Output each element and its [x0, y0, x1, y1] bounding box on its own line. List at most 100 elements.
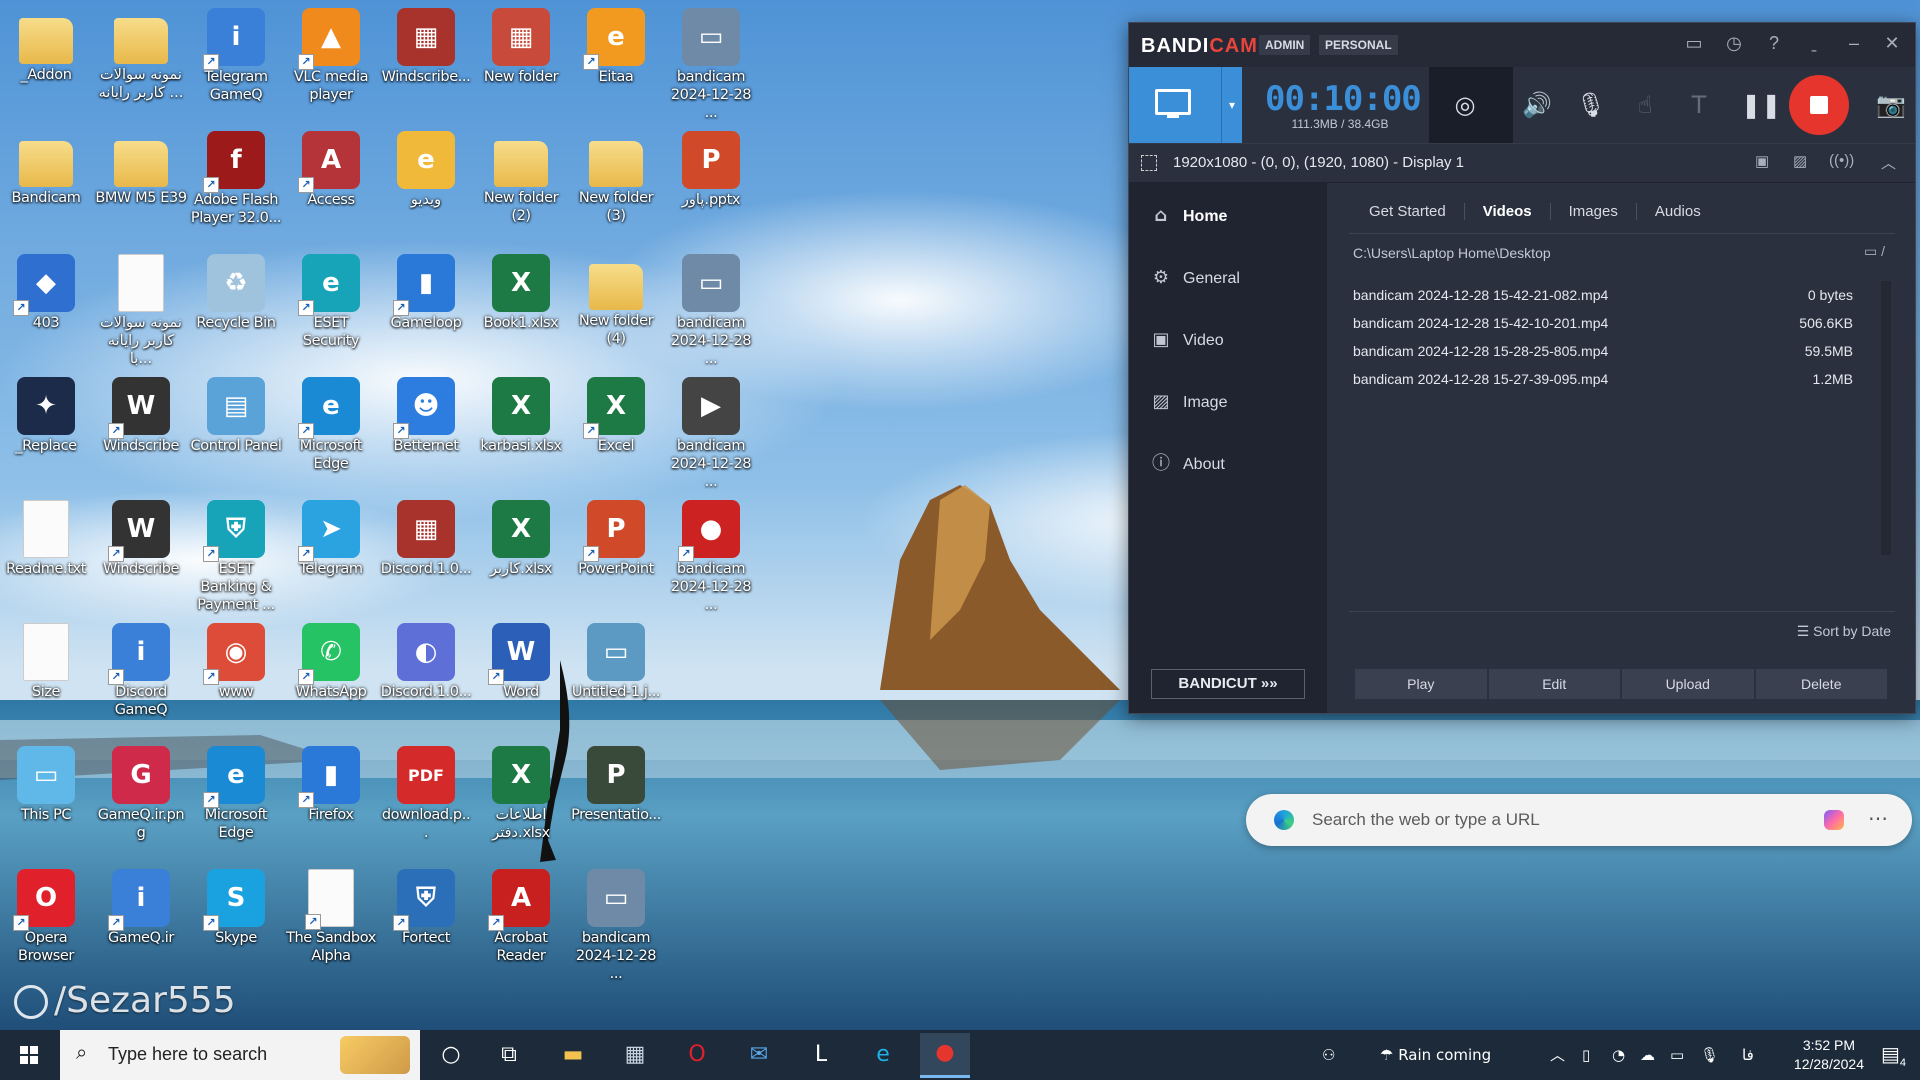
desktop-icon[interactable]: X Book1.xlsx [475, 250, 567, 368]
minimize-to-tray-icon[interactable]: ˍ [1799, 29, 1829, 57]
desktop-icon[interactable]: ▮Firefox [285, 742, 377, 860]
speaker-icon[interactable]: 🔊 [1519, 87, 1555, 123]
copilot-icon[interactable] [1824, 810, 1844, 830]
network-icon[interactable]: ◔ [1612, 1030, 1625, 1080]
tab-videos[interactable]: Videos [1465, 203, 1551, 220]
desktop-icon[interactable]: eMicrosoft Edge [285, 373, 377, 491]
edge-taskbar-icon[interactable]: e [858, 1035, 908, 1075]
task-view-icon[interactable]: ⧉ [484, 1035, 534, 1075]
desktop-icon[interactable]: X کاربر.xlsx [475, 496, 567, 614]
mail-icon[interactable]: ✉ [734, 1035, 784, 1075]
open-folder-icon[interactable]: ▭ / [1864, 243, 1885, 260]
desktop-icon[interactable]: ▦ Windscribe... [380, 4, 472, 122]
desktop-icon[interactable]: SSkype [190, 865, 282, 983]
desktop-icon[interactable]: Xkarbasi.xlsx [475, 373, 567, 491]
upload-button[interactable]: Upload [1622, 669, 1754, 699]
selection-icon[interactable] [1141, 155, 1157, 171]
desktop-icon[interactable]: ▲VLC media player [285, 4, 377, 122]
sidebar-item-image[interactable]: ▨ Image [1149, 389, 1227, 415]
weather-widget[interactable]: ☂ Rain coming [1380, 1030, 1491, 1080]
collapse-icon[interactable]: ︿ [1881, 152, 1896, 173]
pause-icon[interactable]: ❚❚ [1741, 87, 1781, 123]
desktop-icon[interactable]: New folder (2) [475, 127, 567, 245]
battery-icon[interactable]: ▭ [1670, 1030, 1684, 1080]
desktop-icon[interactable]: Readme.txt [0, 496, 92, 614]
desktop-icon[interactable]: ●bandicam 2024-12-28 ... [665, 496, 757, 614]
start-button[interactable] [0, 1030, 58, 1080]
desktop-icon[interactable]: ▭ bandicam 2024-12-28 ... [665, 250, 757, 368]
desktop-icon[interactable]: XExcel [570, 373, 662, 491]
desktop-icon[interactable]: ◆403 [0, 250, 92, 368]
desktop-icon[interactable]: ✦ _Replace [0, 373, 92, 491]
l-app-icon[interactable]: L [796, 1035, 846, 1075]
people-icon[interactable]: ⚇ [1322, 1030, 1335, 1080]
desktop-icon[interactable]: fAdobe Flash Player 32.0... [190, 127, 282, 245]
list-item[interactable]: bandicam 2024-12-28 15-42-21-082.mp4 0 by… [1353, 281, 1853, 309]
help-icon[interactable]: ? [1759, 29, 1789, 57]
tab-get-started[interactable]: Get Started [1351, 203, 1465, 220]
list-item[interactable]: bandicam 2024-12-28 15-28-25-805.mp4 59.5… [1353, 337, 1853, 365]
device-icon[interactable]: ▯ [1582, 1030, 1590, 1080]
desktop-icon[interactable]: PDF download.p... [380, 742, 472, 860]
camera-snapshot-icon[interactable]: 📷 [1873, 87, 1909, 123]
sort-by-date-button[interactable]: ☰ Sort by Date [1797, 623, 1891, 640]
desktop-icon[interactable]: iDiscord GameQ [95, 619, 187, 737]
desktop-icon[interactable]: iTelegram GameQ [190, 4, 282, 122]
desktop-icon[interactable]: e ویدیو [380, 127, 472, 245]
play-button[interactable]: Play [1355, 669, 1487, 699]
cortana-icon[interactable]: ○ [426, 1035, 476, 1075]
desktop-icon[interactable]: Size [0, 619, 92, 737]
desktop-icon[interactable]: G GameQ.ir.png [95, 742, 187, 860]
minimize-button[interactable]: – [1839, 29, 1869, 57]
desktop-icon[interactable]: AAccess [285, 127, 377, 245]
microphone-tray-icon[interactable]: 🎙 [1700, 1030, 1719, 1080]
store-icon[interactable]: ▦ [610, 1035, 660, 1075]
desktop-icon[interactable]: ⛨ESET Banking & Payment ... [190, 496, 282, 614]
cloud-icon[interactable]: ☁ [1640, 1030, 1655, 1080]
desktop-icon[interactable]: eESET Security [285, 250, 377, 368]
desktop-icon[interactable]: New folder (4) [570, 250, 662, 368]
desktop-icon[interactable]: P پاور.pptx [665, 127, 757, 245]
desktop-icon[interactable]: ▦ Discord.1.0... [380, 496, 472, 614]
screen-mode-button[interactable] [1129, 67, 1221, 143]
desktop-icon[interactable]: ➤Telegram [285, 496, 377, 614]
bandicam-taskbar-icon[interactable]: ● [920, 1033, 970, 1078]
desktop-icon[interactable]: ◐ Discord.1.0... [380, 619, 472, 737]
bandicut-button[interactable]: BANDICUT »» [1151, 669, 1305, 699]
sidebar-item-home[interactable]: ⌂ Home [1149, 203, 1228, 229]
notification-center-icon[interactable]: ▤4 [1881, 1042, 1906, 1069]
desktop-icon[interactable]: نمونه سوالات کاربر رایانه ... [95, 4, 187, 122]
desktop-icon[interactable]: ♻ Recycle Bin [190, 250, 282, 368]
desktop-icon[interactable]: ▭ This PC [0, 742, 92, 860]
desktop-icon[interactable]: ◉www [190, 619, 282, 737]
text-overlay-icon[interactable]: T [1681, 87, 1717, 123]
sidebar-item-video[interactable]: ▣ Video [1149, 327, 1223, 353]
desktop-icon[interactable]: Bandicam [0, 127, 92, 245]
mouse-effect-icon[interactable]: ☝ [1627, 87, 1663, 123]
tab-audios[interactable]: Audios [1637, 203, 1719, 220]
desktop-icon[interactable]: WWindscribe [95, 496, 187, 614]
folder-icon[interactable]: ▭ [1679, 29, 1709, 57]
close-button[interactable]: ✕ [1877, 29, 1907, 57]
sidebar-item-about[interactable]: ⓘ About [1149, 451, 1225, 477]
desktop-icon[interactable]: ▭ bandicam 2024-12-28 ... [570, 865, 662, 983]
edge-search-input[interactable]: Search the web or type a URL [1312, 810, 1540, 830]
desktop-icon[interactable]: New folder (3) [570, 127, 662, 245]
desktop-icon[interactable]: ☻Betternet [380, 373, 472, 491]
clock-icon[interactable]: ◷ [1719, 29, 1749, 57]
mode-dropdown[interactable]: ▾ [1221, 67, 1242, 143]
desktop-icon[interactable]: WWord [475, 619, 567, 737]
desktop-icon[interactable]: BMW M5 E39 [95, 127, 187, 245]
desktop-icon[interactable]: ▤ Control Panel [190, 373, 282, 491]
desktop-icon[interactable]: PPowerPoint [570, 496, 662, 614]
desktop-icon[interactable]: X اطلاعات دفتر.xlsx [475, 742, 567, 860]
edge-search-bar[interactable]: Search the web or type a URL ⋯ [1246, 794, 1912, 846]
more-options-icon[interactable]: ⋯ [1868, 806, 1888, 831]
tab-images[interactable]: Images [1551, 203, 1637, 220]
edit-button[interactable]: Edit [1488, 669, 1620, 699]
desktop-icon[interactable]: AAcrobat Reader [475, 865, 567, 983]
desktop-icon[interactable]: نمونه سوالات کاربر رایانه با... [95, 250, 187, 368]
delete-button[interactable]: Delete [1755, 669, 1887, 699]
opera-icon[interactable]: O [672, 1035, 722, 1075]
taskbar-search[interactable]: ⌕ Type here to search [60, 1030, 420, 1080]
